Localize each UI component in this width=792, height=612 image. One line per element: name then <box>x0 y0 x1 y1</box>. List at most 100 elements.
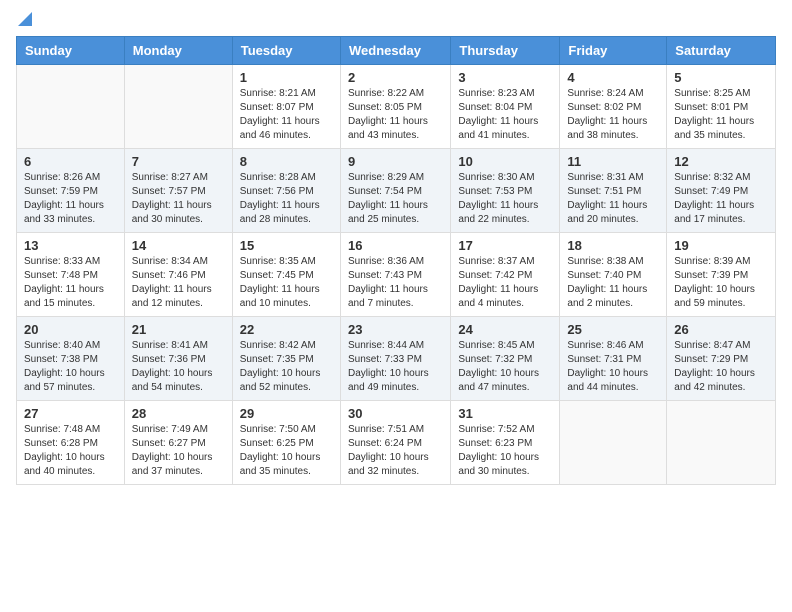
calendar-cell: 24 Sunrise: 8:45 AM Sunset: 7:32 PM Dayli… <box>451 317 560 401</box>
day-info: Sunrise: 8:33 AM Sunset: 7:48 PM Dayligh… <box>24 255 117 311</box>
day-info: Sunrise: 8:44 AM Sunset: 7:33 PM Dayligh… <box>348 339 443 395</box>
day-info: Sunrise: 8:27 AM Sunset: 7:57 PM Dayligh… <box>132 171 225 227</box>
calendar-cell <box>667 401 776 485</box>
day-info: Sunrise: 8:45 AM Sunset: 7:32 PM Dayligh… <box>458 339 552 395</box>
day-number: 28 <box>132 406 225 421</box>
day-number: 3 <box>458 70 552 85</box>
calendar-cell: 9 Sunrise: 8:29 AM Sunset: 7:54 PM Daylig… <box>340 149 450 233</box>
calendar-header-row: SundayMondayTuesdayWednesdayThursdayFrid… <box>17 37 776 65</box>
day-number: 27 <box>24 406 117 421</box>
day-number: 16 <box>348 238 443 253</box>
day-number: 19 <box>674 238 768 253</box>
calendar-cell: 1 Sunrise: 8:21 AM Sunset: 8:07 PM Daylig… <box>232 65 340 149</box>
day-info: Sunrise: 8:28 AM Sunset: 7:56 PM Dayligh… <box>240 171 333 227</box>
day-number: 9 <box>348 154 443 169</box>
calendar-cell: 29 Sunrise: 7:50 AM Sunset: 6:25 PM Dayli… <box>232 401 340 485</box>
day-number: 10 <box>458 154 552 169</box>
calendar-cell: 19 Sunrise: 8:39 AM Sunset: 7:39 PM Dayli… <box>667 233 776 317</box>
calendar-cell: 13 Sunrise: 8:33 AM Sunset: 7:48 PM Dayli… <box>17 233 125 317</box>
calendar-week-row: 1 Sunrise: 8:21 AM Sunset: 8:07 PM Daylig… <box>17 65 776 149</box>
calendar-header-wednesday: Wednesday <box>340 37 450 65</box>
day-info: Sunrise: 8:34 AM Sunset: 7:46 PM Dayligh… <box>132 255 225 311</box>
calendar-cell: 26 Sunrise: 8:47 AM Sunset: 7:29 PM Dayli… <box>667 317 776 401</box>
day-info: Sunrise: 8:47 AM Sunset: 7:29 PM Dayligh… <box>674 339 768 395</box>
calendar-week-row: 20Sunrise: 8:40 AM Sunset: 7:38 PM Dayli… <box>17 317 776 401</box>
day-info: Sunrise: 8:21 AM Sunset: 8:07 PM Dayligh… <box>240 87 333 143</box>
day-info: Sunrise: 8:35 AM Sunset: 7:45 PM Dayligh… <box>240 255 333 311</box>
calendar-cell: 16 Sunrise: 8:36 AM Sunset: 7:43 PM Dayli… <box>340 233 450 317</box>
calendar-cell <box>124 65 232 149</box>
day-info: Sunrise: 8:29 AM Sunset: 7:54 PM Dayligh… <box>348 171 443 227</box>
calendar-cell: 23Sunrise: 8:44 AM Sunset: 7:33 PM Dayli… <box>340 317 450 401</box>
day-info: Sunrise: 8:25 AM Sunset: 8:01 PM Dayligh… <box>674 87 768 143</box>
day-info: Sunrise: 8:36 AM Sunset: 7:43 PM Dayligh… <box>348 255 443 311</box>
calendar-cell: 27Sunrise: 7:48 AM Sunset: 6:28 PM Dayli… <box>17 401 125 485</box>
day-number: 1 <box>240 70 333 85</box>
day-info: Sunrise: 8:26 AM Sunset: 7:59 PM Dayligh… <box>24 171 117 227</box>
calendar-cell: 17 Sunrise: 8:37 AM Sunset: 7:42 PM Dayli… <box>451 233 560 317</box>
day-number: 24 <box>458 322 552 337</box>
day-info: Sunrise: 8:41 AM Sunset: 7:36 PM Dayligh… <box>132 339 225 395</box>
day-number: 29 <box>240 406 333 421</box>
calendar-cell: 2 Sunrise: 8:22 AM Sunset: 8:05 PM Daylig… <box>340 65 450 149</box>
day-number: 14 <box>132 238 225 253</box>
calendar-cell: 5 Sunrise: 8:25 AM Sunset: 8:01 PM Daylig… <box>667 65 776 149</box>
day-info: Sunrise: 8:39 AM Sunset: 7:39 PM Dayligh… <box>674 255 768 311</box>
calendar-cell: 12Sunrise: 8:32 AM Sunset: 7:49 PM Dayli… <box>667 149 776 233</box>
day-info: Sunrise: 7:50 AM Sunset: 6:25 PM Dayligh… <box>240 423 333 479</box>
logo <box>16 16 32 24</box>
day-number: 11 <box>567 154 659 169</box>
calendar-cell: 11Sunrise: 8:31 AM Sunset: 7:51 PM Dayli… <box>560 149 667 233</box>
calendar-cell: 7 Sunrise: 8:27 AM Sunset: 7:57 PM Daylig… <box>124 149 232 233</box>
day-number: 31 <box>458 406 552 421</box>
calendar-cell: 15 Sunrise: 8:35 AM Sunset: 7:45 PM Dayli… <box>232 233 340 317</box>
calendar-week-row: 13 Sunrise: 8:33 AM Sunset: 7:48 PM Dayli… <box>17 233 776 317</box>
day-info: Sunrise: 7:52 AM Sunset: 6:23 PM Dayligh… <box>458 423 552 479</box>
calendar-cell: 25 Sunrise: 8:46 AM Sunset: 7:31 PM Dayli… <box>560 317 667 401</box>
calendar-cell: 8 Sunrise: 8:28 AM Sunset: 7:56 PM Daylig… <box>232 149 340 233</box>
calendar-cell: 20Sunrise: 8:40 AM Sunset: 7:38 PM Dayli… <box>17 317 125 401</box>
calendar-header-friday: Friday <box>560 37 667 65</box>
calendar-header-saturday: Saturday <box>667 37 776 65</box>
calendar-cell: 14 Sunrise: 8:34 AM Sunset: 7:46 PM Dayli… <box>124 233 232 317</box>
day-info: Sunrise: 8:22 AM Sunset: 8:05 PM Dayligh… <box>348 87 443 143</box>
calendar-table: SundayMondayTuesdayWednesdayThursdayFrid… <box>16 36 776 485</box>
day-number: 25 <box>567 322 659 337</box>
calendar-cell <box>560 401 667 485</box>
calendar-cell: 22Sunrise: 8:42 AM Sunset: 7:35 PM Dayli… <box>232 317 340 401</box>
calendar-cell: 21Sunrise: 8:41 AM Sunset: 7:36 PM Dayli… <box>124 317 232 401</box>
calendar-cell: 31 Sunrise: 7:52 AM Sunset: 6:23 PM Dayli… <box>451 401 560 485</box>
day-info: Sunrise: 8:46 AM Sunset: 7:31 PM Dayligh… <box>567 339 659 395</box>
day-number: 26 <box>674 322 768 337</box>
calendar-cell: 28 Sunrise: 7:49 AM Sunset: 6:27 PM Dayli… <box>124 401 232 485</box>
day-number: 7 <box>132 154 225 169</box>
calendar-header-sunday: Sunday <box>17 37 125 65</box>
calendar-cell: 4 Sunrise: 8:24 AM Sunset: 8:02 PM Daylig… <box>560 65 667 149</box>
day-info: Sunrise: 8:37 AM Sunset: 7:42 PM Dayligh… <box>458 255 552 311</box>
day-number: 18 <box>567 238 659 253</box>
calendar-cell: 3 Sunrise: 8:23 AM Sunset: 8:04 PM Daylig… <box>451 65 560 149</box>
logo-triangle-icon <box>18 12 32 26</box>
day-number: 13 <box>24 238 117 253</box>
day-info: Sunrise: 8:24 AM Sunset: 8:02 PM Dayligh… <box>567 87 659 143</box>
day-info: Sunrise: 8:40 AM Sunset: 7:38 PM Dayligh… <box>24 339 117 395</box>
day-number: 30 <box>348 406 443 421</box>
day-number: 22 <box>240 322 333 337</box>
day-info: Sunrise: 8:38 AM Sunset: 7:40 PM Dayligh… <box>567 255 659 311</box>
day-info: Sunrise: 7:49 AM Sunset: 6:27 PM Dayligh… <box>132 423 225 479</box>
day-info: Sunrise: 7:51 AM Sunset: 6:24 PM Dayligh… <box>348 423 443 479</box>
day-number: 4 <box>567 70 659 85</box>
day-number: 5 <box>674 70 768 85</box>
day-info: Sunrise: 8:23 AM Sunset: 8:04 PM Dayligh… <box>458 87 552 143</box>
calendar-cell: 18 Sunrise: 8:38 AM Sunset: 7:40 PM Dayli… <box>560 233 667 317</box>
day-number: 17 <box>458 238 552 253</box>
calendar-cell: 6Sunrise: 8:26 AM Sunset: 7:59 PM Daylig… <box>17 149 125 233</box>
day-number: 8 <box>240 154 333 169</box>
calendar-week-row: 27Sunrise: 7:48 AM Sunset: 6:28 PM Dayli… <box>17 401 776 485</box>
day-number: 2 <box>348 70 443 85</box>
day-info: Sunrise: 8:32 AM Sunset: 7:49 PM Dayligh… <box>674 171 768 227</box>
calendar-cell <box>17 65 125 149</box>
day-info: Sunrise: 8:30 AM Sunset: 7:53 PM Dayligh… <box>458 171 552 227</box>
day-number: 15 <box>240 238 333 253</box>
calendar-header-thursday: Thursday <box>451 37 560 65</box>
